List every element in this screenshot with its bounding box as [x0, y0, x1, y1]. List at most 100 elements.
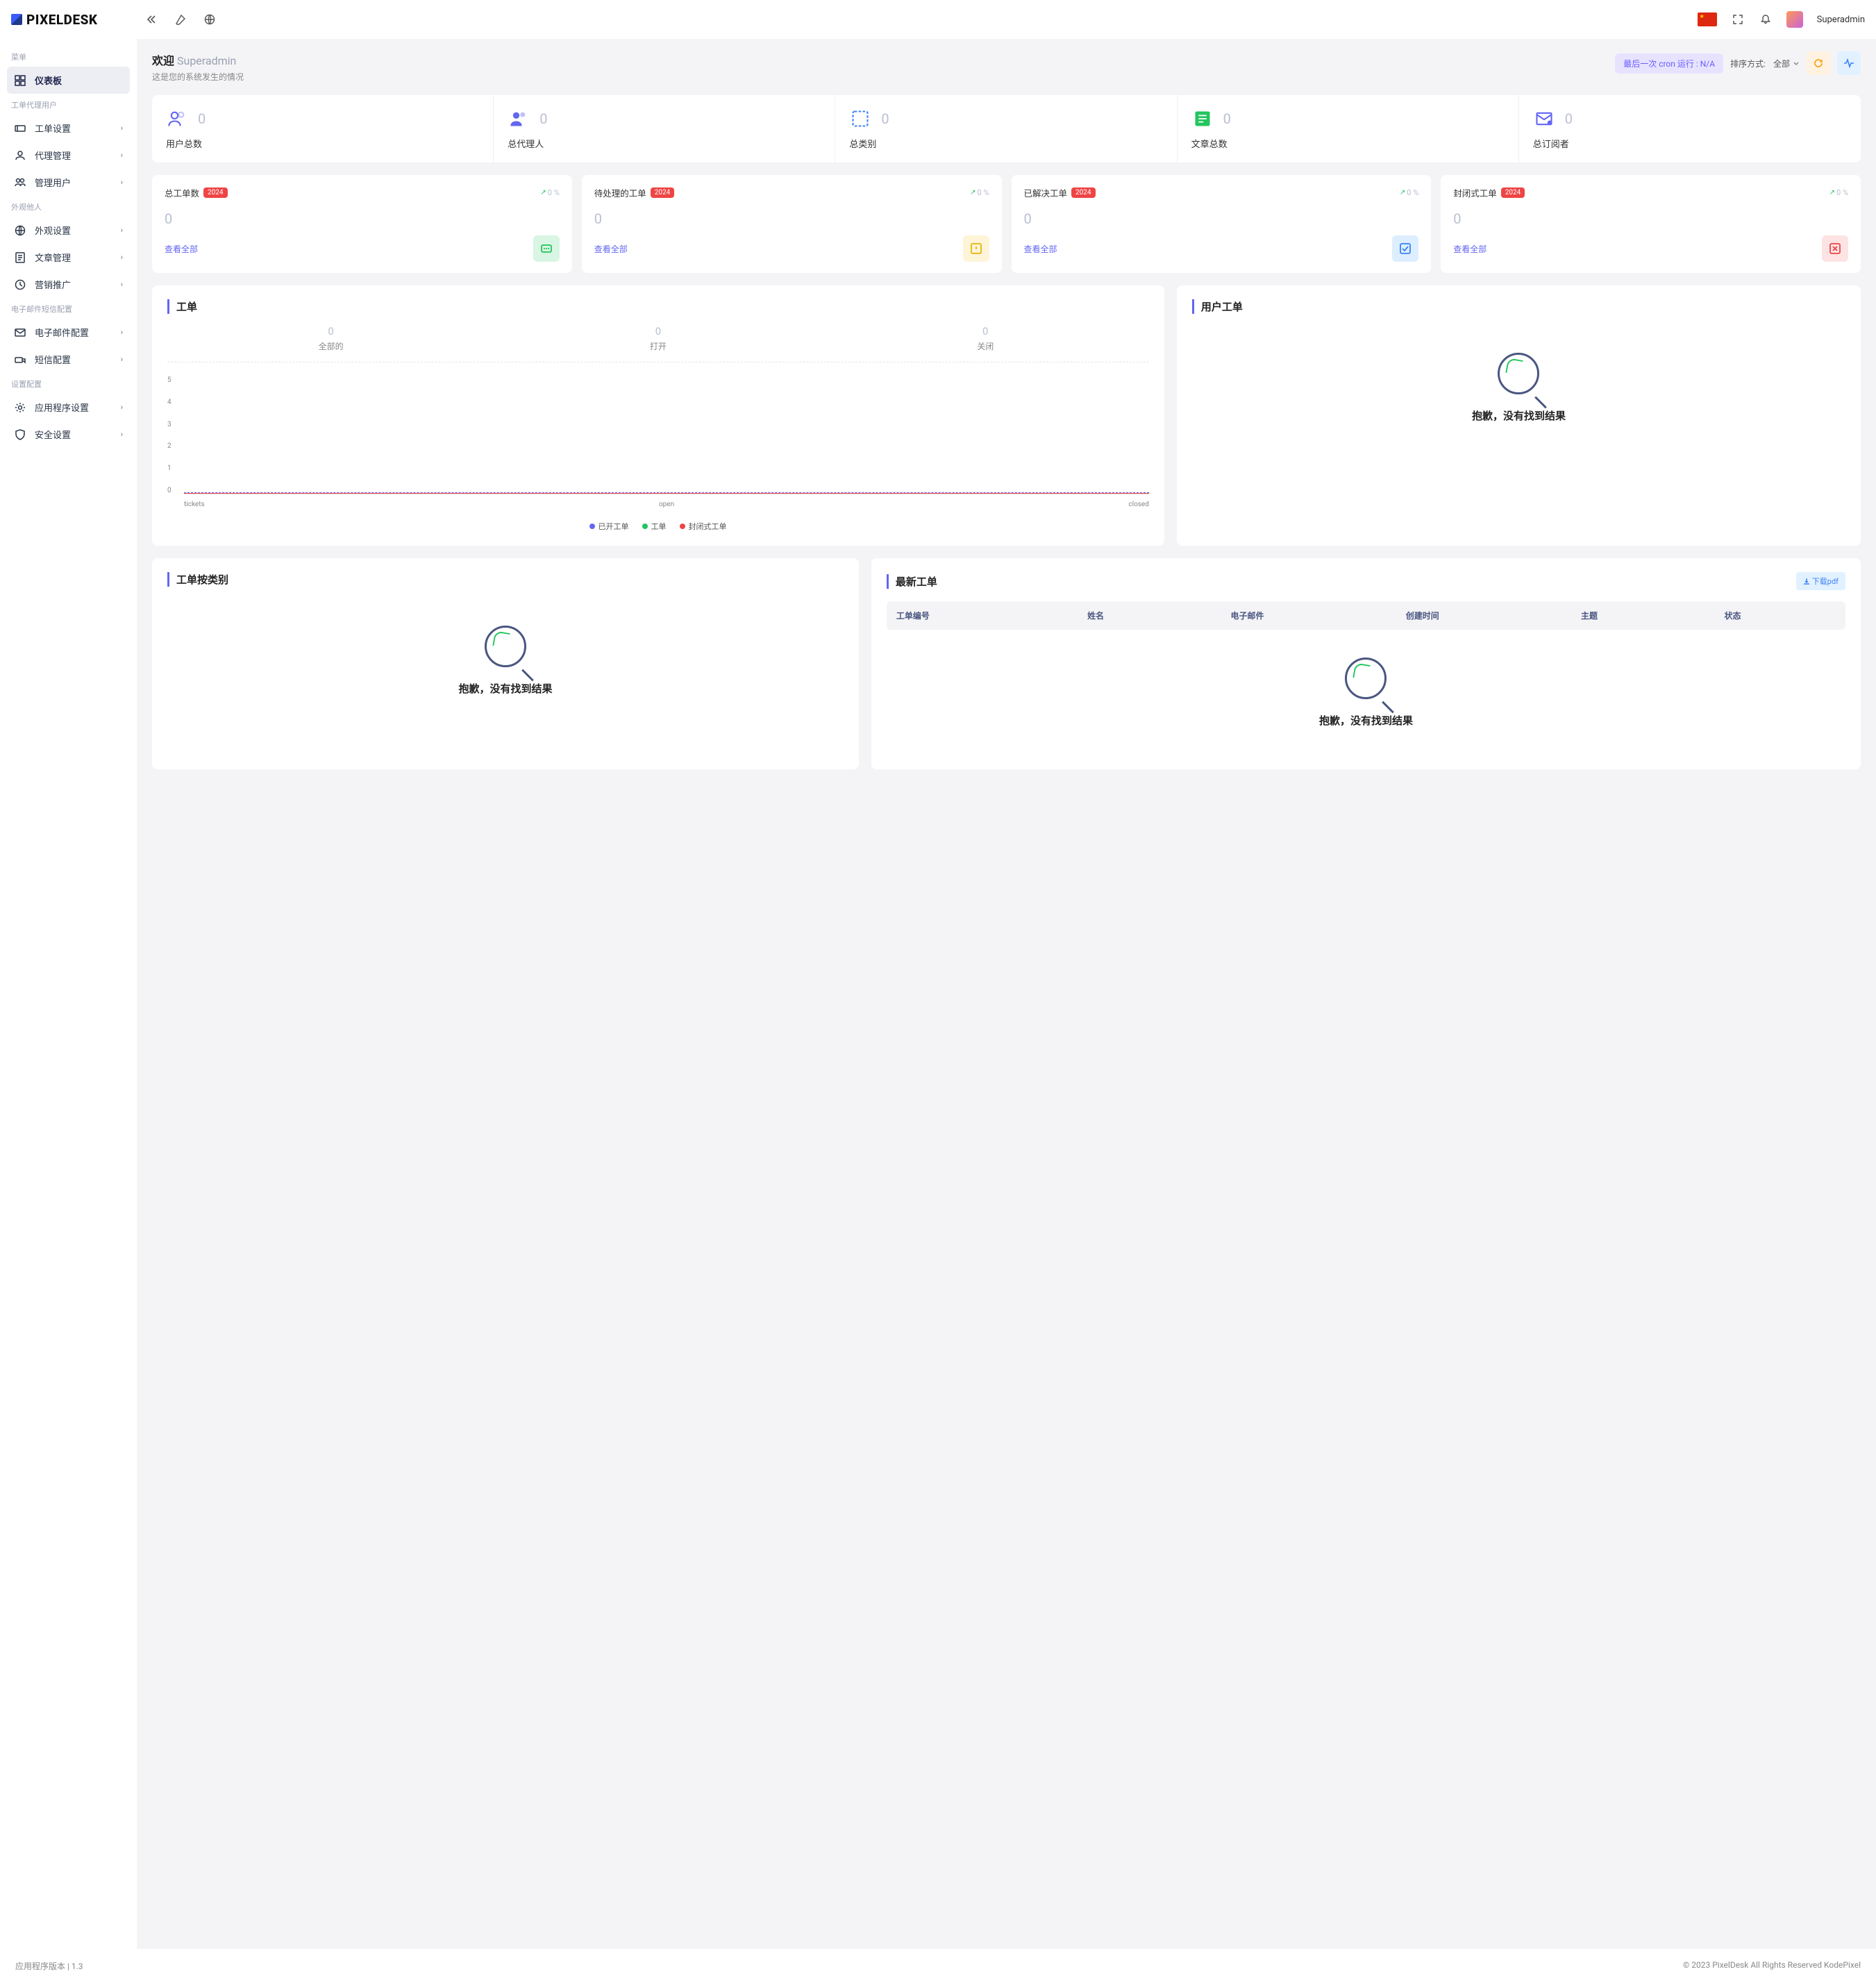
year-badge: 2024 — [1501, 187, 1525, 198]
tab-label: 打开 — [494, 340, 821, 352]
sidebar-item[interactable]: 短信配置› — [7, 346, 130, 373]
card-icon — [963, 235, 989, 262]
mail-icon — [14, 326, 26, 339]
empty-text: 抱歉，没有找到结果 — [458, 681, 552, 696]
tab-label: 全部的 — [167, 340, 494, 352]
tab-value: 0 — [494, 325, 821, 337]
chevron-right-icon: › — [121, 403, 123, 412]
chevron-right-icon: › — [121, 226, 123, 235]
search-empty-icon — [485, 626, 526, 667]
chevron-right-icon: › — [121, 124, 123, 133]
card-title: 封闭式工单 2024 — [1453, 186, 1525, 199]
table-column-header: 工单编号 — [896, 610, 1087, 621]
sidebar-item[interactable]: 营销推广 › — [7, 271, 130, 298]
pulse-button[interactable] — [1837, 51, 1861, 75]
top-stats-row: 0用户总数0总代理人0总类别0文章总数0总订阅者 — [152, 95, 1861, 162]
brand-logo[interactable]: PIXELDESK — [11, 12, 129, 28]
sidebar-item[interactable]: 代理管理› — [7, 142, 130, 169]
stat-value: 0 — [539, 110, 547, 127]
tab-value: 0 — [822, 325, 1149, 337]
sidebar-item[interactable]: 工单设置› — [7, 115, 130, 142]
percent-change: ↗ 0 % — [1400, 188, 1418, 197]
article-icon — [14, 251, 26, 264]
table-column-header: 状态 — [1724, 610, 1836, 621]
shield-icon — [14, 428, 26, 441]
refresh-button[interactable] — [1807, 51, 1830, 75]
percent-change: ↗ 0 % — [970, 188, 989, 197]
summary-card: 待处理的工单 2024↗ 0 %0查看全部 — [582, 175, 1002, 273]
sidebar-item[interactable]: 安全设置 › — [7, 421, 130, 448]
globe-icon[interactable] — [203, 12, 217, 26]
view-all-link[interactable]: 查看全部 — [594, 243, 628, 255]
bell-icon[interactable] — [1759, 12, 1773, 26]
tickets-by-category-panel: 工单按类别 抱歉，没有找到结果 — [152, 558, 859, 769]
dashboard-icon — [14, 74, 26, 87]
stat-value: 0 — [881, 110, 889, 127]
ticket-summary-cards: 总工单数 2024↗ 0 %0查看全部待处理的工单 2024↗ 0 %0查看全部… — [152, 175, 1861, 273]
ticket-stat-tab[interactable]: 0 关闭 — [822, 325, 1149, 352]
card-value: 0 — [165, 210, 560, 227]
eraser-icon[interactable] — [174, 12, 187, 26]
topbar: PIXELDESK Superadmin — [0, 0, 1876, 39]
fullscreen-icon[interactable] — [1731, 12, 1745, 26]
user-name[interactable]: Superadmin — [1817, 15, 1865, 25]
sidebar-item[interactable]: 电子邮件配置› — [7, 319, 130, 346]
tickets-chart-panel: 工单 0全部的0打开0关闭 543210 ticketsopenclosed 已… — [152, 285, 1164, 546]
card-value: 0 — [594, 210, 989, 227]
card-icon — [1392, 235, 1418, 262]
brand-text: PIXELDESK — [26, 12, 98, 28]
promo-icon — [14, 278, 26, 291]
chevron-right-icon: › — [121, 430, 123, 439]
view-all-link[interactable]: 查看全部 — [1024, 243, 1057, 255]
sidebar-item[interactable]: 应用程序设置 › — [7, 394, 130, 421]
user-avatar[interactable] — [1786, 11, 1803, 28]
sidebar-item-label: 仪表板 — [35, 74, 62, 87]
stat-icon — [166, 108, 188, 130]
tab-label: 关闭 — [822, 340, 1149, 352]
summary-card: 总工单数 2024↗ 0 %0查看全部 — [152, 175, 572, 273]
sidebar-section-label: 外观他人 — [7, 196, 130, 217]
sidebar-item[interactable]: 管理用户› — [7, 169, 130, 196]
sidebar-item-label: 应用程序设置 — [35, 401, 89, 414]
sort-select[interactable]: 排序方式: 全部 — [1730, 58, 1800, 69]
top-stat: 0 总代理人 — [494, 95, 835, 162]
sidebar-item-label: 安全设置 — [35, 428, 71, 441]
stat-icon — [508, 108, 530, 130]
user-tickets-panel: 用户工单 抱歉，没有找到结果 — [1177, 285, 1861, 546]
sidebar-item[interactable]: 仪表板 — [7, 67, 130, 94]
year-badge: 2024 — [203, 187, 227, 198]
ticket-stat-tab[interactable]: 0 打开 — [494, 325, 821, 352]
card-title: 总工单数 2024 — [165, 186, 228, 199]
sidebar-item[interactable]: 外观设置› — [7, 217, 130, 244]
sidebar-item-label: 代理管理 — [35, 149, 71, 162]
sidebar-item-label: 营销推广 — [35, 278, 71, 291]
top-stat: 0用户总数 — [152, 95, 494, 162]
view-all-link[interactable]: 查看全部 — [1453, 243, 1486, 255]
stat-value: 0 — [1223, 110, 1231, 127]
tickets-line-chart: 543210 ticketsopenclosed — [167, 376, 1149, 515]
chevron-right-icon: › — [121, 280, 123, 289]
sidebar-section-label: 工单代理用户 — [7, 94, 130, 115]
gear-icon — [14, 401, 26, 414]
ticket-stat-tab[interactable]: 0全部的 — [167, 325, 494, 352]
footer: 应用程序版本 | 1.3 © 2023 PixelDesk All Rights… — [0, 1949, 1876, 1983]
logo-mark-icon — [11, 14, 22, 25]
download-pdf-button[interactable]: 下载pdf — [1796, 572, 1845, 590]
agent-icon — [14, 149, 26, 162]
cron-badge: 最后一次 cron 运行 : N/A — [1615, 53, 1723, 74]
latest-tickets-panel: 最新工单 下载pdf 工单编号姓名电子邮件创建时间主题状态 抱歉，没有找到结果 — [871, 558, 1861, 769]
table-column-header: 主题 — [1581, 610, 1724, 621]
search-empty-icon — [1498, 353, 1539, 394]
page-title: 欢迎 Superadmin — [152, 51, 244, 68]
percent-change: ↗ 0 % — [1829, 188, 1848, 197]
stat-label: 总代理人 — [508, 137, 821, 150]
sidebar-item-label: 管理用户 — [35, 176, 71, 189]
sidebar-item-label: 短信配置 — [35, 353, 71, 366]
panel-title: 工单按类别 — [167, 572, 844, 587]
chevron-right-icon: › — [121, 328, 123, 337]
view-all-link[interactable]: 查看全部 — [165, 243, 198, 255]
sidebar-item[interactable]: 文章管理› — [7, 244, 130, 271]
panel-title: 最新工单 — [887, 574, 937, 589]
collapse-sidebar-button[interactable] — [144, 12, 158, 26]
language-flag[interactable] — [1698, 12, 1717, 26]
